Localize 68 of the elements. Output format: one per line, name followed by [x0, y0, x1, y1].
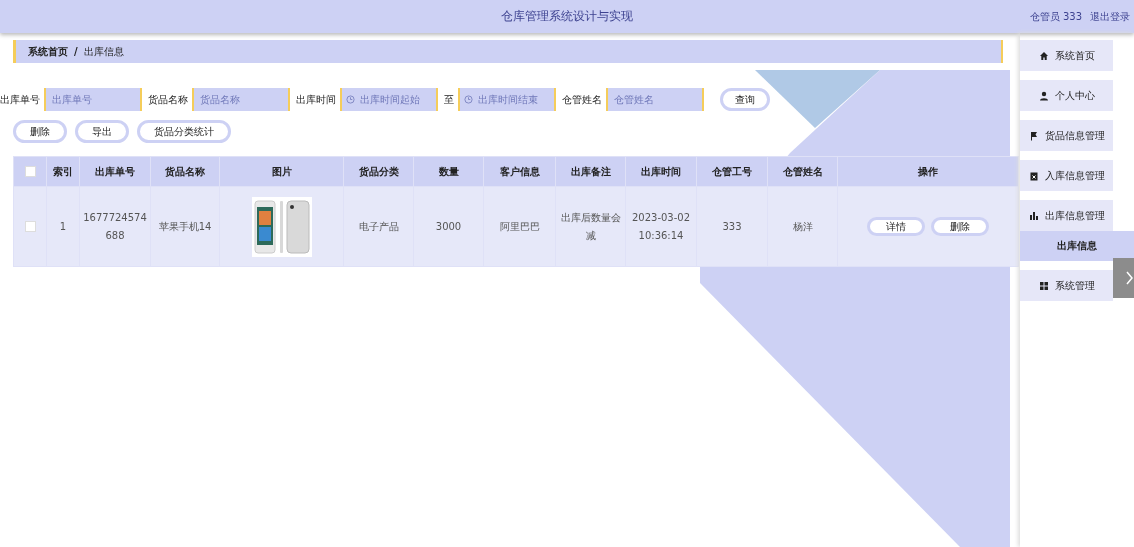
table-cell: 苹果手机14	[150, 186, 220, 267]
user-icon	[1038, 90, 1049, 101]
sidebar-item[interactable]: 系统管理	[1020, 270, 1113, 301]
clipboard-icon	[1028, 170, 1039, 181]
sidebar-label: 货品信息管理	[1044, 128, 1105, 143]
column-header: 货品名称	[150, 156, 220, 187]
bar-chart-icon	[1028, 210, 1039, 221]
filter-field[interactable]: 出库时间结束	[458, 88, 556, 111]
logout-link[interactable]: 退出登录	[1090, 9, 1130, 24]
flag-icon	[1028, 130, 1039, 141]
search-button[interactable]: 查询	[720, 88, 770, 111]
column-header: 客户信息	[483, 156, 556, 187]
column-header: 货品分类	[343, 156, 414, 187]
filter-label: 仓管姓名	[562, 92, 602, 107]
table-cell: 1	[46, 186, 80, 267]
collapse-button[interactable]	[1113, 258, 1134, 298]
action-button[interactable]: 删除	[13, 120, 67, 143]
table-cell: 333	[696, 186, 768, 267]
breadcrumb-separator: /	[74, 46, 78, 57]
filter-field[interactable]: 出库单号	[44, 88, 142, 111]
table-cell: 出库后数量会减	[555, 186, 626, 267]
table-cell: 1677724574688	[79, 186, 151, 267]
filter-label: 出库时间	[296, 92, 336, 107]
clock-icon	[464, 95, 473, 104]
row-checkbox[interactable]	[24, 221, 36, 232]
sidebar-label: 入库信息管理	[1044, 168, 1105, 183]
action-button[interactable]: 导出	[75, 120, 129, 143]
table-cell: 阿里巴巴	[483, 186, 556, 267]
row-action-button[interactable]: 删除	[931, 217, 989, 236]
filter-field[interactable]: 仓管姓名	[606, 88, 704, 111]
table-cell: 电子产品	[343, 186, 414, 267]
table-cell: 2023-03-02 10:36:14	[625, 186, 697, 267]
breadcrumb-current: 出库信息	[83, 44, 124, 59]
user-label: 仓管员 333	[1029, 9, 1082, 24]
table-cell: 杨洋	[767, 186, 838, 267]
row-action-button[interactable]: 详情	[867, 217, 925, 236]
column-header: 出库单号	[79, 156, 151, 187]
breadcrumb-link[interactable]: 系统首页	[28, 44, 68, 59]
filter-field[interactable]: 出库时间起始	[340, 88, 438, 111]
home-icon	[1038, 50, 1049, 61]
action-button[interactable]: 货品分类统计	[137, 120, 231, 143]
sidebar-label: 系统首页	[1054, 48, 1095, 63]
column-header: 仓管姓名	[767, 156, 838, 187]
column-header: 索引	[46, 156, 80, 187]
column-header: 数量	[413, 156, 484, 187]
grid-icon	[1038, 280, 1049, 291]
sidebar-label: 个人中心	[1054, 88, 1095, 103]
sidebar-item[interactable]: 个人中心	[1020, 80, 1113, 111]
column-header: 仓管工号	[696, 156, 768, 187]
sidebar-item[interactable]: 货品信息管理	[1020, 120, 1113, 151]
sidebar-item[interactable]: 系统首页	[1020, 40, 1113, 71]
sidebar-label: 出库信息管理	[1044, 208, 1105, 223]
filter-label: 货品名称	[148, 92, 188, 107]
column-header: 出库时间	[625, 156, 697, 187]
table-cell: 3000	[413, 186, 484, 267]
column-header: 图片	[219, 156, 344, 187]
sidebar-label: 系统管理	[1054, 278, 1095, 293]
column-header: 出库备注	[555, 156, 626, 187]
filter-label: 至	[444, 92, 454, 107]
app-title: 仓库管理系统设计与实现	[501, 8, 633, 25]
filter-field[interactable]: 货品名称	[192, 88, 290, 111]
filter-label: 出库单号	[0, 92, 40, 107]
sidebar-item[interactable]: 入库信息管理	[1020, 160, 1113, 191]
sidebar-subitem[interactable]: 出库信息	[1020, 231, 1134, 261]
clock-icon	[346, 95, 355, 104]
column-header: 操作	[837, 156, 1019, 187]
sidebar-item[interactable]: 出库信息管理	[1020, 200, 1113, 231]
header-checkbox[interactable]	[24, 166, 36, 178]
